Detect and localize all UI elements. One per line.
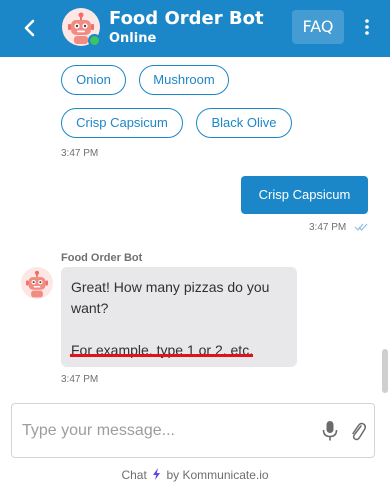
highlight-underline bbox=[70, 354, 253, 357]
bot-message-avatar bbox=[21, 267, 53, 299]
quick-reply-black-olive[interactable]: Black Olive bbox=[196, 108, 292, 138]
timestamp: 3:47 PM bbox=[61, 374, 99, 385]
quick-reply-onion[interactable]: Onion bbox=[61, 65, 126, 95]
timestamp: 3:47 PM bbox=[309, 222, 347, 233]
message-spacer bbox=[71, 319, 287, 340]
faq-button[interactable]: FAQ bbox=[292, 10, 344, 44]
powered-by-footer: Chat by Kommunicate.io bbox=[0, 468, 390, 482]
composer bbox=[11, 403, 375, 458]
footer-brand[interactable]: by Kommunicate.io bbox=[167, 468, 269, 482]
paperclip-icon[interactable] bbox=[349, 420, 367, 442]
message-line: For example, type 1 or 2, etc. bbox=[71, 342, 254, 358]
chat-header: Food Order Bot Online FAQ bbox=[0, 0, 390, 57]
kebab-menu-icon[interactable] bbox=[360, 15, 374, 39]
footer-prefix: Chat bbox=[121, 468, 147, 482]
received-message: Great! How many pizzas do you want? For … bbox=[61, 267, 297, 367]
message-input[interactable] bbox=[22, 404, 302, 457]
bot-status: Online bbox=[109, 31, 157, 46]
double-check-icon bbox=[354, 223, 368, 231]
message-line: want? bbox=[71, 300, 109, 316]
sender-name: Food Order Bot bbox=[61, 252, 143, 264]
message-line: Great! How many pizzas do you bbox=[71, 279, 270, 295]
quick-reply-mushroom[interactable]: Mushroom bbox=[139, 65, 229, 95]
message-list: Onion Mushroom Crisp Capsicum Black Oliv… bbox=[0, 57, 390, 394]
back-icon[interactable] bbox=[18, 16, 42, 40]
bot-name: Food Order Bot bbox=[109, 8, 264, 29]
bot-avatar bbox=[62, 8, 101, 47]
online-indicator bbox=[88, 34, 101, 47]
sent-message: Crisp Capsicum bbox=[241, 176, 368, 214]
scrollbar-thumb[interactable] bbox=[382, 349, 388, 393]
quick-reply-crisp-capsicum[interactable]: Crisp Capsicum bbox=[61, 108, 183, 138]
lightning-icon bbox=[153, 468, 161, 480]
timestamp: 3:47 PM bbox=[61, 148, 99, 159]
robot-icon bbox=[26, 270, 48, 298]
microphone-icon[interactable] bbox=[321, 420, 339, 442]
